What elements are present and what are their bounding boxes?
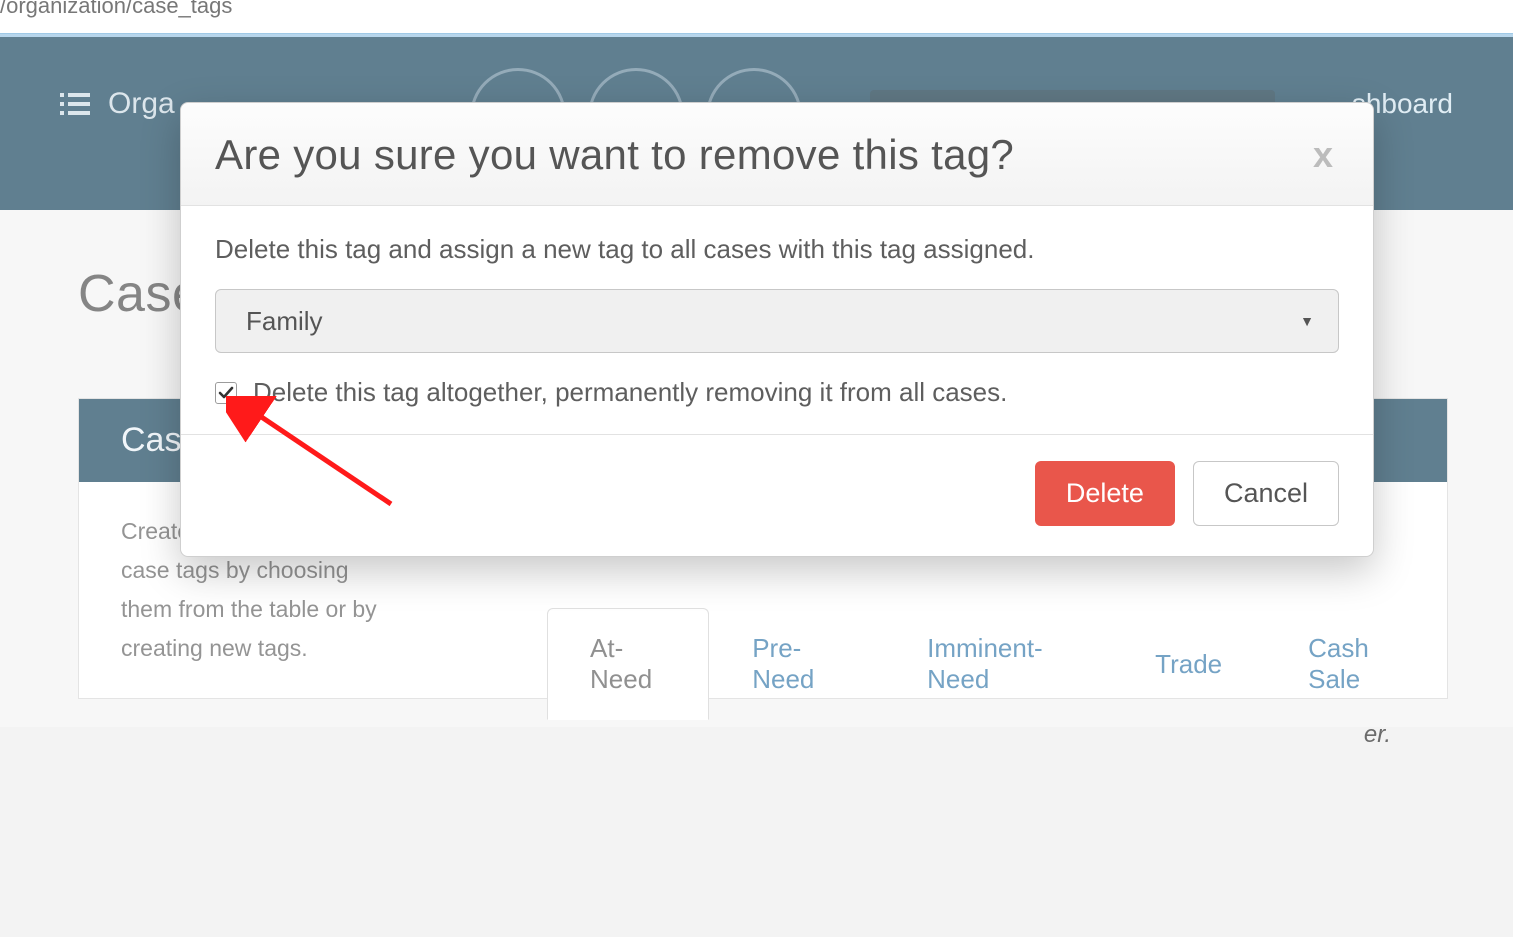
replacement-tag-select[interactable]: Family ▼ (215, 289, 1339, 353)
dialog-body: Delete this tag and assign a new tag to … (181, 206, 1373, 435)
dialog-instruction: Delete this tag and assign a new tag to … (215, 234, 1339, 265)
close-icon[interactable]: x (1307, 134, 1339, 176)
delete-button[interactable]: Delete (1035, 461, 1175, 526)
dialog-title: Are you sure you want to remove this tag… (215, 131, 1014, 179)
chevron-down-icon: ▼ (1300, 313, 1314, 329)
button-label: Cancel (1224, 478, 1308, 508)
url-text: /organization/case_tags (0, 0, 232, 19)
dialog-footer: Delete Cancel (181, 435, 1373, 556)
delete-permanently-checkbox[interactable] (215, 382, 237, 404)
browser-url-bar[interactable]: /organization/case_tags (0, 0, 1513, 33)
select-value: Family (246, 306, 323, 337)
remove-tag-dialog: Are you sure you want to remove this tag… (180, 102, 1374, 557)
check-icon (218, 385, 234, 401)
delete-permanently-label[interactable]: Delete this tag altogether, permanently … (253, 377, 1007, 408)
button-label: Delete (1066, 478, 1144, 508)
cancel-button[interactable]: Cancel (1193, 461, 1339, 526)
dialog-header: Are you sure you want to remove this tag… (181, 103, 1373, 206)
